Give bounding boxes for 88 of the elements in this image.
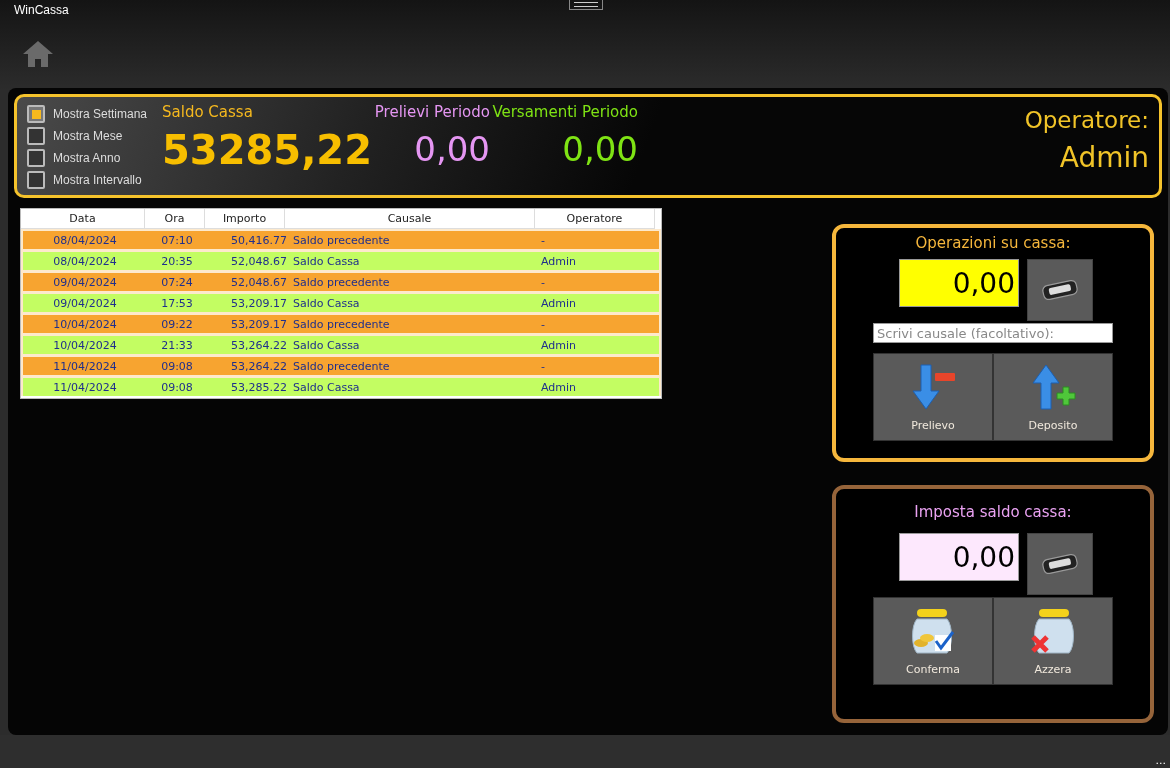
column-header[interactable]: Causale: [285, 209, 535, 229]
operator-value: Admin: [1059, 141, 1149, 174]
table-cell-text: Admin: [540, 254, 578, 268]
table-cell-text: 53,209.17: [230, 317, 287, 331]
table-cell-text: 11/04/2024: [52, 359, 118, 373]
checkbox-label[interactable]: Mostra Anno: [53, 151, 121, 165]
checkbox[interactable]: [27, 127, 45, 145]
table-row[interactable]: 08/04/2024 20:35 52,048.67 Saldo Cassa Admin: [23, 252, 659, 270]
deposits-value: 0,00: [562, 129, 638, 169]
keyboard-button[interactable]: [1027, 259, 1093, 321]
home-icon[interactable]: [22, 40, 54, 68]
table-cell-text: 53,264.22: [230, 359, 287, 373]
table-row[interactable]: 09/04/2024 07:24 52,048.67 Saldo precedente -: [23, 273, 659, 291]
up-arrow-plus-icon: [1029, 362, 1077, 411]
withdraw-button[interactable]: Prelievo: [873, 353, 993, 441]
reason-field[interactable]: Scrivi causale (facoltativo):: [873, 323, 1113, 343]
jar-coins-check-icon: [909, 606, 957, 655]
table-cell-text: 53,209.17: [230, 296, 287, 310]
table-cell-text: -: [540, 275, 546, 289]
table-cell-text: Saldo precedente: [292, 275, 391, 289]
jar-cross-icon: [1029, 606, 1077, 655]
more-options-button[interactable]: ...: [1155, 755, 1166, 766]
table-cell-text: -: [540, 317, 546, 331]
table-cell-text: 52,048.67: [230, 275, 287, 289]
table-cell-text: 09/04/2024: [52, 296, 118, 310]
column-header[interactable]: Operatore: [535, 209, 655, 229]
table-cell-text: Saldo precedente: [292, 359, 391, 373]
table-cell-text: 50,416.77: [230, 233, 287, 247]
operator-label: Operatore:: [1024, 107, 1149, 133]
checkbox[interactable]: [27, 105, 45, 123]
column-header[interactable]: Importo: [205, 209, 285, 229]
table-row[interactable]: 08/04/2024 07:10 50,416.77 Saldo precedente -: [23, 231, 659, 249]
table-cell-text: Saldo Cassa: [292, 380, 361, 394]
table-cell-text: Saldo precedente: [292, 317, 391, 331]
withdrawals-value: 0,00: [414, 129, 490, 169]
checkbox-label[interactable]: Mostra Mese: [53, 129, 123, 143]
column-header[interactable]: Data: [21, 209, 145, 229]
confirm-button[interactable]: Conferma: [873, 597, 993, 685]
table-cell-text: 09:22: [160, 317, 194, 331]
table-cell-text: Saldo Cassa: [292, 338, 361, 352]
table-cell-text: Saldo precedente: [292, 233, 391, 247]
window-title: WinCassa: [14, 3, 69, 17]
table-cell-text: -: [540, 359, 546, 373]
table-cell-text: Admin: [540, 296, 578, 310]
balance-value: 53285,22: [162, 127, 372, 173]
balance-label: Saldo Cassa: [162, 103, 254, 121]
table-row[interactable]: 11/04/2024 09:08 53,264.22 Saldo precedente -: [23, 357, 659, 375]
table-row[interactable]: 11/04/2024 09:08 53,285.22 Saldo Cassa Admin: [23, 378, 659, 396]
reset-button[interactable]: Azzera: [993, 597, 1113, 685]
checkbox-label[interactable]: Mostra Settimana: [53, 107, 148, 121]
table-cell-text: 09:08: [160, 359, 194, 373]
withdrawals-label: Prelievi Periodo: [374, 103, 490, 121]
table-cell-text: 07:10: [160, 233, 194, 247]
deposit-button[interactable]: Deposito: [993, 353, 1113, 441]
menu-icon[interactable]: [569, 0, 603, 10]
down-arrow-minus-icon: [909, 362, 957, 411]
table-cell-text: 09/04/2024: [52, 275, 118, 289]
keyboard-button[interactable]: [1027, 533, 1093, 595]
table-cell-text: Saldo Cassa: [292, 254, 361, 268]
table-cell-text: 10/04/2024: [52, 317, 118, 331]
table-cell-text: 53,264.22: [230, 338, 287, 352]
table-cell-text: 11/04/2024: [52, 380, 118, 394]
checkbox[interactable]: [27, 171, 45, 189]
table-row[interactable]: 10/04/2024 21:33 53,264.22 Saldo Cassa Admin: [23, 336, 659, 354]
table-cell-text: Saldo Cassa: [292, 296, 361, 310]
table-cell-text: 07:24: [160, 275, 194, 289]
table-cell-text: Admin: [540, 380, 578, 394]
table-cell-text: 09:08: [160, 380, 194, 394]
panel-title: Operazioni su cassa:: [915, 234, 1071, 252]
column-header[interactable]: Ora: [145, 209, 205, 229]
checkbox[interactable]: [27, 149, 45, 167]
table-cell-text: 52,048.67: [230, 254, 287, 268]
table-cell-text: Admin: [540, 338, 578, 352]
table-row[interactable]: 10/04/2024 09:22 53,209.17 Saldo precedente -: [23, 315, 659, 333]
checkbox-label[interactable]: Mostra Intervallo: [53, 173, 142, 187]
table-cell-text: 10/04/2024: [52, 338, 118, 352]
table-cell-text: -: [540, 233, 546, 247]
deposits-label: Versamenti Periodo: [492, 103, 638, 121]
table-cell-text: 08/04/2024: [52, 254, 118, 268]
table-cell-text: 21:33: [160, 338, 194, 352]
table-cell-text: 53,285.22: [230, 380, 287, 394]
table-cell-text: 20:35: [160, 254, 194, 268]
amount-field[interactable]: 0,00: [899, 259, 1019, 307]
amount-field[interactable]: 0,00: [899, 533, 1019, 581]
table-row[interactable]: 09/04/2024 17:53 53,209.17 Saldo Cassa Admin: [23, 294, 659, 312]
table-cell-text: 17:53: [160, 296, 194, 310]
table-cell-text: 08/04/2024: [52, 233, 118, 247]
panel-title: Imposta saldo cassa:: [914, 503, 1072, 521]
